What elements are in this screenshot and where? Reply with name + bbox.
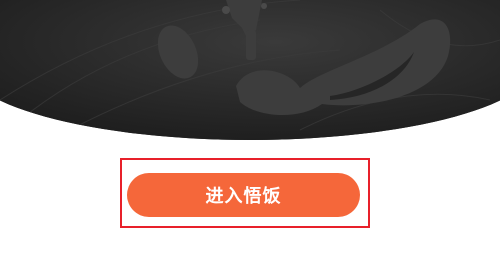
hero-banner — [0, 0, 500, 140]
enter-app-button[interactable]: 进入悟饭 — [127, 173, 360, 217]
hero-artwork — [0, 0, 500, 140]
app-screen: 进入悟饭 — [0, 0, 500, 279]
